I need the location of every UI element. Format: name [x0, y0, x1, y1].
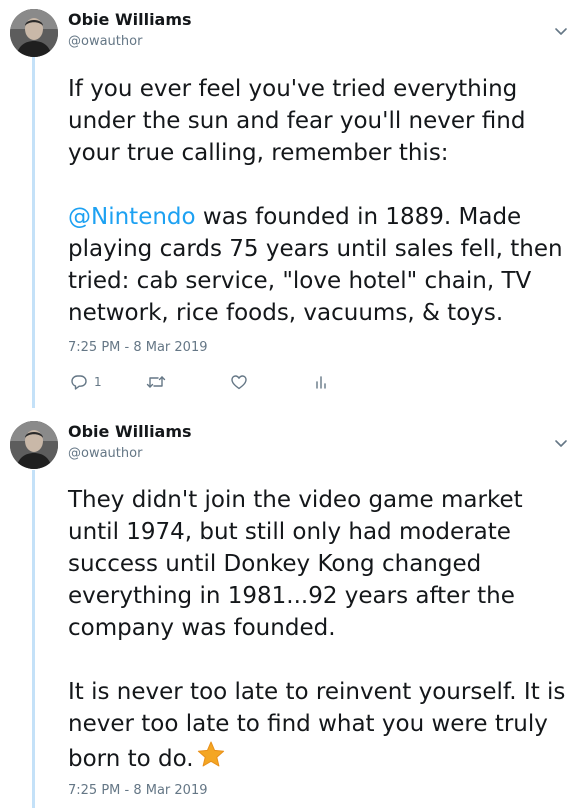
analytics-button[interactable]	[312, 372, 330, 392]
tweet-text: If you ever feel you've tried everything…	[68, 73, 568, 329]
tweet: Obie Williams @owauthor If you ever feel…	[0, 0, 584, 405]
tweet-paragraph-text: It is never too late to reinvent yoursel…	[68, 679, 566, 772]
retweet-button[interactable]	[146, 372, 166, 392]
author-handle[interactable]: @owauthor	[68, 34, 142, 49]
author-name[interactable]: Obie Williams	[68, 422, 192, 441]
tweet-thread: Obie Williams @owauthor If you ever feel…	[0, 0, 584, 808]
tweet-paragraph: @Nintendo was founded in 1889. Made play…	[68, 201, 568, 329]
chevron-down-icon[interactable]	[552, 22, 570, 40]
like-button[interactable]	[230, 372, 248, 392]
avatar-image	[10, 421, 58, 469]
tweet-actions: 1	[68, 372, 368, 392]
tweet-timestamp[interactable]: 7:25 PM - 8 Mar 2019	[68, 340, 207, 355]
author-handle[interactable]: @owauthor	[68, 446, 142, 461]
reply-button[interactable]: 1	[70, 372, 102, 392]
tweet-timestamp[interactable]: 7:25 PM - 8 Mar 2019	[68, 783, 207, 798]
tweet: Obie Williams @owauthor They didn't join…	[0, 412, 584, 808]
tweet-paragraph: It is never too late to reinvent yoursel…	[68, 676, 568, 779]
tweet-paragraph: If you ever feel you've tried everything…	[68, 76, 526, 166]
tweet-text: They didn't join the video game market u…	[68, 484, 568, 779]
avatar[interactable]	[10, 9, 58, 57]
retweet-icon	[146, 376, 166, 388]
reply-icon	[71, 375, 87, 390]
analytics-icon	[316, 376, 326, 389]
avatar[interactable]	[10, 421, 58, 469]
like-icon	[231, 375, 247, 390]
chevron-down-icon[interactable]	[552, 434, 570, 452]
mention-link[interactable]: @Nintendo	[68, 204, 196, 230]
star-emoji-icon	[196, 740, 226, 779]
avatar-image	[10, 9, 58, 57]
reply-count: 1	[94, 375, 102, 389]
tweet-paragraph: They didn't join the video game market u…	[68, 487, 523, 641]
author-name[interactable]: Obie Williams	[68, 10, 192, 29]
